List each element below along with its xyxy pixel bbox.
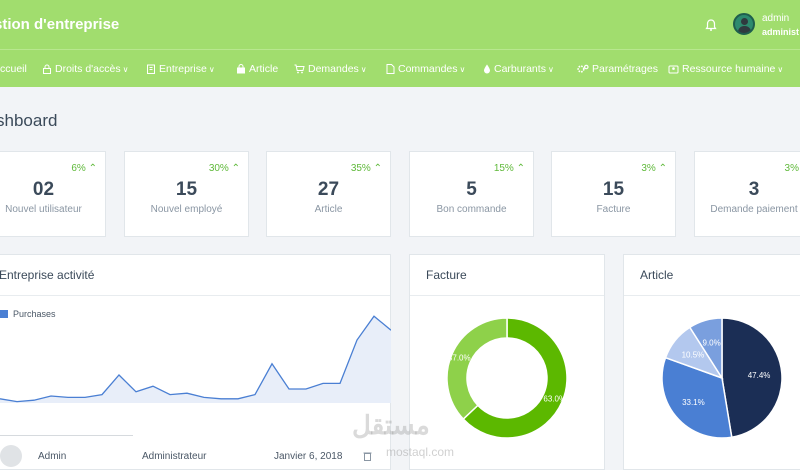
pie-label-2: 10.5%	[682, 351, 705, 360]
pie-label-3: 9.0%	[703, 338, 721, 347]
stat-value: 27	[317, 179, 340, 200]
nav-label-commandes: Commandes	[398, 63, 458, 75]
page-title: shboard	[0, 111, 58, 130]
row-name: Admin	[38, 451, 67, 462]
stat-label: Article	[314, 204, 343, 215]
article-pie-chart: 47.4% 33.1% 10.5% 9.0%	[661, 317, 783, 439]
nav-label-ressource-humaine: Ressource humaine	[682, 63, 776, 75]
stat-card-article[interactable]: 35% ⌃ 27 Article	[266, 151, 391, 237]
chevron-down-icon: ∨	[459, 64, 466, 74]
stat-trend: 3%	[784, 163, 799, 174]
bag-icon	[237, 64, 245, 74]
main-navbar: ccueil Droits d'accès ∨ Entreprise ∨ Artic…	[0, 49, 800, 87]
stat-card-nouvel-employe[interactable]: 30% ⌃ 15 Nouvel employé	[124, 151, 249, 237]
people-icon	[668, 65, 679, 74]
stat-card-nouvel-utilisateur[interactable]: 6% ⌃ 02 Nouvel utilisateur	[0, 151, 106, 237]
chevron-up-icon: ⌃	[88, 163, 97, 174]
bell-icon[interactable]	[704, 18, 718, 32]
stat-label: Demande paiement	[710, 204, 798, 215]
stat-value: 15	[175, 179, 198, 200]
stat-label: Nouvel utilisateur	[5, 204, 82, 215]
stat-card-bon-commande[interactable]: 15% ⌃ 5 Bon commande	[409, 151, 534, 237]
file-icon	[386, 64, 395, 74]
stat-value: 5	[466, 179, 477, 200]
user-role: administ	[762, 27, 800, 37]
activity-line-chart	[0, 315, 391, 403]
chevron-down-icon: ∨	[208, 64, 215, 74]
row-date: Janvier 6, 2018	[274, 451, 343, 462]
chevron-up-icon: ⌃	[658, 163, 667, 174]
top-header: stion d'entreprise admin administ	[0, 0, 800, 49]
nav-item-commandes[interactable]: Commandes ∨	[386, 50, 465, 88]
stat-value: 3	[748, 179, 760, 200]
stat-value: 15	[602, 179, 625, 200]
stat-card-demande-paiement[interactable]: 3% 3 Demande paiement	[694, 151, 800, 237]
nav-item-accueil[interactable]: ccueil	[0, 50, 27, 88]
donut-label-1: 37.0%	[448, 353, 471, 362]
cart-icon	[294, 64, 305, 74]
activity-panel-title: Entreprise activité	[0, 268, 95, 282]
stat-card-facture[interactable]: 3% ⌃ 15 Facture	[551, 151, 676, 237]
pie-label-0: 47.4%	[748, 371, 771, 380]
watermark: مستقل	[352, 410, 430, 440]
cogs-icon	[577, 64, 589, 73]
facture-panel-title: Facture	[426, 268, 467, 282]
stat-value: 02	[32, 179, 55, 200]
pie-label-1: 33.1%	[682, 398, 705, 407]
table-divider	[0, 435, 133, 436]
purchases-area	[0, 316, 391, 403]
stat-label: Facture	[596, 204, 631, 215]
facture-donut-chart: 63.0% 37.0%	[446, 317, 568, 439]
nav-label-accueil: ccueil	[0, 63, 27, 75]
stat-trend: 35% ⌃	[350, 163, 382, 174]
user-avatar[interactable]	[733, 13, 755, 35]
stat-trend: 15% ⌃	[493, 163, 525, 174]
nav-item-ressource-humaine[interactable]: Ressource humaine ∨	[668, 50, 783, 88]
nav-label-carburants: Carburants	[494, 63, 546, 75]
stat-trend: 3% ⌃	[641, 163, 667, 174]
row-role: Administrateur	[142, 451, 207, 462]
nav-label-entreprise: Entreprise	[159, 63, 207, 75]
donut-label-0: 63.0%	[543, 395, 566, 404]
nav-label-article: Article	[249, 63, 279, 75]
nav-item-parametrages[interactable]: Paramétrages	[577, 50, 658, 88]
chevron-down-icon: ∨	[547, 64, 554, 74]
nav-label-droits: Droits d'accès	[55, 63, 121, 75]
nav-item-demandes[interactable]: Demandes ∨	[294, 50, 367, 88]
row-avatar	[0, 445, 22, 467]
nav-item-droits[interactable]: Droits d'accès ∨	[42, 50, 128, 88]
chevron-down-icon: ∨	[777, 64, 784, 74]
stat-trend: 6% ⌃	[71, 163, 97, 174]
nav-label-demandes: Demandes	[308, 63, 359, 75]
user-name[interactable]: admin	[762, 13, 789, 24]
donut-slice-1	[446, 317, 508, 421]
nav-item-carburants[interactable]: Carburants ∨	[483, 50, 554, 88]
watermark-url: mostaql.com	[386, 445, 455, 459]
stat-trend: 30% ⌃	[208, 163, 240, 174]
lock-icon	[43, 64, 51, 74]
nav-item-article[interactable]: Article	[236, 50, 278, 88]
app-title: stion d'entreprise	[0, 16, 120, 33]
nav-label-parametrages: Paramétrages	[592, 63, 658, 75]
building-icon	[147, 64, 155, 74]
chevron-down-icon: ∨	[122, 64, 129, 74]
article-panel-title: Article	[640, 268, 674, 282]
stat-label: Nouvel employé	[150, 204, 223, 215]
trash-icon[interactable]	[363, 451, 372, 461]
nav-item-entreprise[interactable]: Entreprise ∨	[146, 50, 215, 88]
chevron-up-icon: ⌃	[231, 163, 240, 174]
chevron-down-icon: ∨	[360, 64, 367, 74]
droplet-icon	[484, 64, 490, 74]
chevron-up-icon: ⌃	[516, 163, 525, 174]
stat-label: Bon commande	[436, 204, 507, 215]
chevron-up-icon: ⌃	[373, 163, 382, 174]
